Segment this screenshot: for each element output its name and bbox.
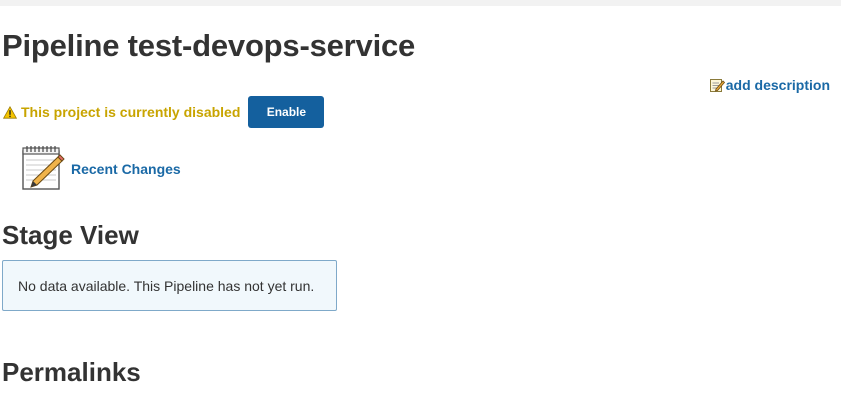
permalinks-heading: Permalinks: [2, 357, 141, 387]
disabled-message: This project is currently disabled: [21, 104, 241, 120]
disabled-notice: This project is currently disabled Enabl…: [3, 96, 325, 128]
recent-changes-link[interactable]: Recent Changes: [71, 161, 181, 177]
add-description-link[interactable]: add description: [709, 77, 830, 93]
edit-note-icon: [709, 77, 725, 93]
recent-changes-item[interactable]: Recent Changes: [21, 145, 181, 191]
stage-view-heading: Stage View: [2, 220, 139, 250]
notepad-pencil-icon: [21, 145, 65, 191]
stage-view-empty-notice: No data available. This Pipeline has not…: [2, 260, 337, 311]
stage-view-empty-message: No data available. This Pipeline has not…: [18, 277, 315, 294]
page-title: Pipeline test-devops-service: [2, 28, 416, 63]
top-bar: [0, 0, 841, 6]
add-description-label: add description: [725, 77, 830, 93]
warning-icon: [3, 105, 17, 119]
enable-button[interactable]: Enable: [248, 96, 325, 128]
